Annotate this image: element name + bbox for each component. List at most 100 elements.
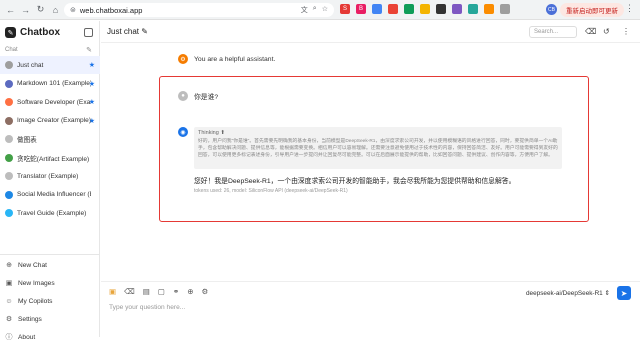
sidebar-session-item[interactable]: Translator (Example) <box>0 167 100 185</box>
browser-menu-icon[interactable]: ⋮ <box>625 3 634 14</box>
chat-section-label: Chat <box>5 47 18 53</box>
assistant-avatar-icon: ◉ <box>178 127 188 137</box>
session-label: Image Creator (Example) <box>17 117 91 124</box>
brand: ✎ Chatbox <box>5 27 60 38</box>
sidebar: ✎ Chatbox Chat ✎ Just chat ★ Markdown 101 … <box>0 21 100 341</box>
image-icon: ▣ <box>5 280 13 287</box>
sidebar-menu-item[interactable]: ▣ New Images <box>5 275 55 291</box>
ext-yellow-icon[interactable] <box>420 4 430 14</box>
info-icon: ⓘ <box>5 334 13 341</box>
session-avatar-icon <box>5 153 13 162</box>
session-label: Travel Guide (Example) <box>17 209 87 217</box>
star-icon[interactable]: ★ <box>89 117 95 125</box>
browser-toolbar: ← → ↻ ⌂ ⊜ web.chatboxai.app 文 ⌕ ☆ SB CB … <box>0 0 640 20</box>
history-icon[interactable]: ↺ <box>603 27 610 36</box>
sidebar-toggle-icon[interactable] <box>84 28 93 37</box>
session-avatar-icon <box>5 190 13 199</box>
input-toolbar: ▣ ⌫ ▤ ▢ ⚭ ⊕ ⚙ <box>109 287 208 296</box>
copilot-icon[interactable]: ▣ <box>109 287 116 296</box>
sidebar-menu-item[interactable]: ⊕ New Chat <box>5 257 47 273</box>
sidebar-menu-label: Settings <box>18 315 42 323</box>
gear-icon: ⚙ <box>5 316 13 323</box>
ext-teal-icon[interactable] <box>468 4 478 14</box>
model-selector[interactable]: deepseek-ai/DeepSeek-R1 ⇕ <box>526 289 610 297</box>
search-input[interactable]: Search... <box>529 26 577 38</box>
ext-orange-icon[interactable] <box>484 4 494 14</box>
search-icon[interactable]: ⌕ <box>313 5 317 15</box>
web-search-icon[interactable]: ⊕ <box>187 287 193 296</box>
chatbox-logo-icon: ✎ <box>5 27 16 38</box>
image-upload-icon[interactable]: ▤ <box>143 287 150 296</box>
sidebar-menu-label: New Chat <box>18 261 47 269</box>
chat-input-placeholder: Type your question here... <box>109 304 186 311</box>
star-icon[interactable]: ★ <box>89 80 95 88</box>
chat-title[interactable]: Just chat ✎ <box>107 27 148 36</box>
ext-green-icon[interactable] <box>404 4 414 14</box>
sidebar-session-item[interactable]: Image Creator (Example) ★ <box>0 112 100 130</box>
main-panel: Just chat ✎ Search... ⌫ ↺ ⋮ ⚙ You are a … <box>101 21 640 337</box>
sidebar-divider <box>0 254 100 255</box>
file-upload-icon[interactable]: ▢ <box>158 287 165 296</box>
session-avatar-icon <box>5 172 13 180</box>
ext-dark-icon[interactable] <box>436 4 446 14</box>
input-area: ▣ ⌫ ▤ ▢ ⚭ ⊕ ⚙ deepseek-ai/DeepSeek-R1 ⇕ … <box>101 281 640 337</box>
sidebar-session-item[interactable]: Markdown 101 (Example) ★ <box>0 75 100 93</box>
eraser-icon[interactable]: ⌫ <box>124 287 135 296</box>
chat-input[interactable]: Type your question here... <box>109 304 185 311</box>
ext-gray-icon[interactable] <box>500 4 510 14</box>
ext-pink-icon[interactable]: B <box>356 4 366 14</box>
sidebar-session-item[interactable]: 做图表 <box>0 130 100 148</box>
sidebar-session-item[interactable]: Travel Guide (Example) <box>0 204 100 222</box>
sidebar-session-item[interactable]: Just chat ★ <box>0 56 100 74</box>
assistant-message-text: 您好！我是DeepSeek-R1，一个由深度求索公司开发的智能助手，我会尽我所能… <box>194 178 516 185</box>
sidebar-menu-label: New Images <box>18 279 55 287</box>
site-info-icon[interactable]: ⊜ <box>70 6 76 14</box>
clear-chat-icon[interactable]: ⌫ <box>585 27 596 36</box>
back-icon[interactable]: ← <box>4 3 17 17</box>
ext-red-icon[interactable] <box>388 4 398 14</box>
session-label: Translator (Example) <box>17 172 79 180</box>
forward-icon[interactable]: → <box>19 3 32 17</box>
user-message-text: 你是谁? <box>194 94 219 101</box>
ext-purple-icon[interactable] <box>452 4 462 14</box>
extensions-row: SB <box>340 4 510 14</box>
settings-icon[interactable]: ⚙ <box>201 287 208 296</box>
translate-icon[interactable]: 文 <box>301 5 308 15</box>
sidebar-session-item[interactable]: Social Media Influencer (Example) <box>0 186 100 204</box>
user-message: ● 你是谁? <box>178 91 218 101</box>
session-label: 做图表 <box>17 137 37 144</box>
star-icon[interactable]: ★ <box>89 98 95 106</box>
update-button[interactable]: 重新启动即可更新 <box>560 3 624 17</box>
url-text: web.chatboxai.app <box>79 5 143 15</box>
edit-list-icon[interactable]: ✎ <box>86 46 92 54</box>
sidebar-session-item[interactable]: Software Developer (Example)★ <box>0 93 100 111</box>
ext-s-icon[interactable]: S <box>340 4 350 14</box>
system-message-text: You are a helpful assistant. <box>194 55 276 63</box>
sidebar-menu-item[interactable]: ☺ My Copilots <box>5 293 52 309</box>
plus-circle-icon: ⊕ <box>6 262 12 269</box>
session-label: 贪吃蛇(Artifact Example) <box>17 155 90 163</box>
session-label: Just chat <box>17 61 44 69</box>
bookmark-star-icon[interactable]: ☆ <box>322 5 328 15</box>
ext-blue-icon[interactable] <box>372 4 382 14</box>
thinking-header: Thinking ⬆ <box>198 130 225 136</box>
user-avatar-icon: ● <box>178 91 188 101</box>
sidebar-session-item[interactable]: 贪吃蛇(Artifact Example) <box>0 149 100 167</box>
star-icon[interactable]: ★ <box>89 61 95 69</box>
system-avatar-icon: ⚙ <box>178 54 188 64</box>
session-label: Social Media Influencer (Example) <box>17 191 91 198</box>
session-avatar-icon <box>5 135 13 143</box>
sidebar-menu-item[interactable]: ⚙ Settings <box>5 311 42 327</box>
reload-icon[interactable]: ↻ <box>34 3 47 17</box>
more-options-icon[interactable]: ⋮ <box>622 27 630 36</box>
home-icon[interactable]: ⌂ <box>49 3 62 17</box>
profile-avatar[interactable]: CB <box>546 4 557 15</box>
send-button[interactable]: ➤ <box>617 286 631 300</box>
search-placeholder: Search... <box>534 29 559 35</box>
thinking-block[interactable]: Thinking ⬆ 好的，用户问我"你是谁"。首先需要先明确我的基本身份，当前… <box>194 127 562 169</box>
sidebar-menu-item[interactable]: ⓘ About <box>5 329 36 345</box>
session-label: Software Developer (Example) <box>17 98 91 106</box>
link-icon[interactable]: ⚭ <box>173 287 179 296</box>
address-bar[interactable]: ⊜ web.chatboxai.app 文 ⌕ ☆ <box>64 3 334 17</box>
session-avatar-icon <box>5 61 13 69</box>
